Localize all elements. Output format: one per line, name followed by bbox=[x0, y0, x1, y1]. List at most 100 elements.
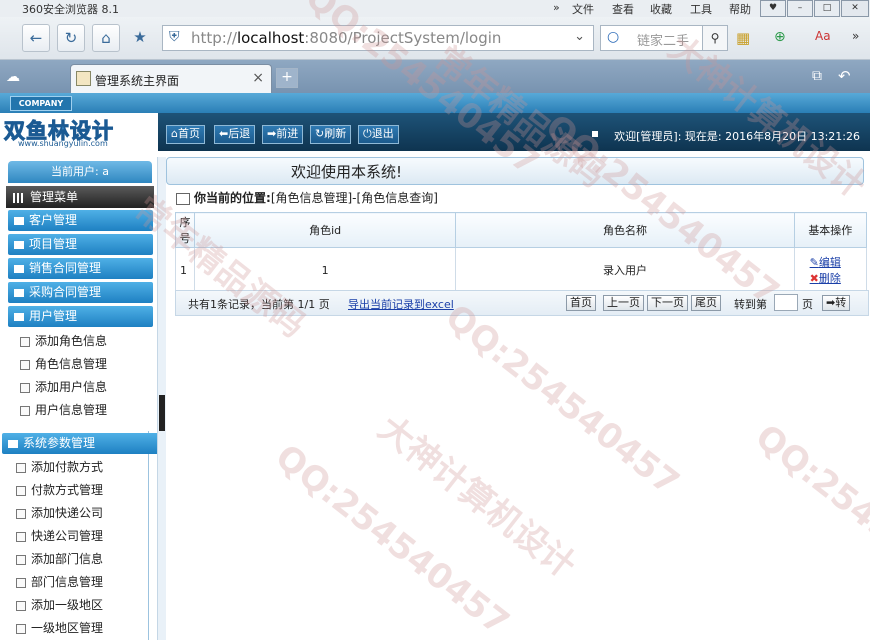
company-badge: COMPANY bbox=[10, 96, 72, 111]
menu-item-add-department[interactable]: 添加部门信息 bbox=[16, 550, 103, 567]
table-header-row: 序号 角色id 角色名称 基本操作 bbox=[175, 212, 868, 248]
sidebar-splitter[interactable] bbox=[157, 157, 166, 640]
last-page-button[interactable]: 尾页 bbox=[691, 295, 721, 311]
breadcrumb-path: [角色信息管理]-[角色信息查询] bbox=[270, 191, 438, 205]
item-label: 用户信息管理 bbox=[35, 403, 108, 417]
menu-item-payment-manage[interactable]: 付款方式管理 bbox=[16, 481, 103, 498]
security-icon[interactable]: ⊕ bbox=[774, 29, 786, 45]
welcome-text: 欢迎[管理员]: 现在是: 2016年8月20日 13:21:26 bbox=[614, 130, 860, 143]
table-row: 1 1 录入用户 ✎编辑 ✖删除 bbox=[175, 247, 868, 293]
more-tools-icon[interactable]: » bbox=[852, 29, 859, 43]
maximize-button[interactable]: □ bbox=[814, 0, 840, 17]
new-tab-button[interactable]: + bbox=[276, 68, 298, 88]
menu-item-add-region[interactable]: 添加一级地区 bbox=[16, 596, 103, 613]
item-icon bbox=[16, 508, 26, 519]
breadcrumb-label: 你当前的位置: bbox=[194, 191, 271, 205]
group-label: 客户管理 bbox=[29, 213, 78, 227]
skin-button[interactable]: ♥ bbox=[760, 0, 786, 17]
menu-group-customers[interactable]: 客户管理 bbox=[8, 210, 153, 231]
menu-more[interactable]: » bbox=[553, 1, 560, 14]
logout-button[interactable]: ⏻退出 bbox=[358, 125, 399, 144]
delete-icon: ✖ bbox=[809, 272, 819, 285]
window-list-icon[interactable]: ⧉ bbox=[812, 68, 822, 84]
col-role-id: 角色id bbox=[193, 212, 457, 248]
back-label: 后退 bbox=[228, 127, 251, 140]
menu-item-add-payment[interactable]: 添加付款方式 bbox=[16, 458, 103, 475]
menu-group-projects[interactable]: 项目管理 bbox=[8, 234, 153, 255]
cell-operations: ✎编辑 ✖删除 bbox=[793, 247, 868, 293]
main-title-bar: 欢迎使用本系统! bbox=[166, 157, 864, 185]
group-icon bbox=[14, 288, 24, 297]
menu-group-users[interactable]: 用户管理 bbox=[8, 306, 153, 327]
browser-title: 360安全浏览器 8.1 bbox=[22, 3, 119, 16]
address-bar[interactable]: ⛨ http://localhost:8080/ProjectSystem/lo… bbox=[162, 25, 594, 51]
prev-page-button[interactable]: 上一页 bbox=[603, 295, 644, 311]
search-engine-icon[interactable]: ○ bbox=[607, 29, 619, 45]
item-icon bbox=[16, 577, 26, 588]
item-label: 添加部门信息 bbox=[31, 552, 104, 566]
shield-icon: ⛨ bbox=[169, 29, 180, 45]
browser-navbar: ← ↻ ⌂ ★ ⛨ http://localhost:8080/ProjectS… bbox=[0, 17, 870, 60]
tab-main[interactable]: 管理系统主界面 × bbox=[70, 64, 272, 94]
watermark-qq: QQ:254540457 bbox=[267, 436, 517, 643]
menu-tools[interactable]: 工具 bbox=[690, 1, 712, 17]
forward-button[interactable]: ➡前进 bbox=[262, 125, 304, 144]
edit-link[interactable]: ✎编辑 bbox=[796, 254, 865, 270]
cell-no: 1 bbox=[175, 247, 195, 293]
refresh-btn-icon: ↻ bbox=[315, 127, 325, 140]
refresh-button[interactable]: ↻刷新 bbox=[310, 125, 352, 144]
go-button[interactable]: ➡转 bbox=[822, 295, 851, 311]
apps-icon[interactable]: ▦ bbox=[736, 29, 750, 47]
item-label: 一级地区管理 bbox=[31, 621, 104, 635]
close-tab-icon[interactable]: × bbox=[252, 70, 264, 86]
next-page-button[interactable]: 下一页 bbox=[647, 295, 688, 311]
item-icon bbox=[20, 359, 30, 370]
breadcrumb: 你当前的位置:[角色信息管理]-[角色信息查询] bbox=[172, 188, 864, 208]
home-button[interactable]: ⌂首页 bbox=[166, 125, 205, 144]
back-button[interactable]: ⬅后退 bbox=[214, 125, 256, 144]
address-dropdown-icon[interactable]: ⌄ bbox=[574, 29, 585, 44]
menu-item-add-user[interactable]: 添加用户信息 bbox=[20, 378, 107, 395]
item-icon bbox=[16, 462, 26, 473]
refresh-icon[interactable]: ↻ bbox=[57, 24, 85, 52]
page-favicon-icon bbox=[76, 71, 91, 86]
logo: 双鱼林设计 www.shuangyulin.com bbox=[0, 113, 158, 151]
search-input[interactable]: 链家二手 bbox=[637, 30, 689, 49]
menu-help[interactable]: 帮助 bbox=[729, 1, 751, 17]
menu-group-purchase-contracts[interactable]: 采购合同管理 bbox=[8, 282, 153, 303]
translate-icon[interactable]: Aa bbox=[815, 29, 831, 43]
menu-item-add-role[interactable]: 添加角色信息 bbox=[20, 332, 107, 349]
sidebar: 当前用户: a 管理菜单 客户管理 项目管理 销售合同管理 采购合同管理 用户管… bbox=[0, 157, 160, 640]
home-btn-icon: ⌂ bbox=[171, 127, 178, 140]
menu-header: 管理菜单 bbox=[6, 186, 154, 208]
delete-link[interactable]: ✖删除 bbox=[796, 270, 865, 286]
col-role-name: 角色名称 bbox=[455, 212, 795, 248]
menu-item-user-manage[interactable]: 用户信息管理 bbox=[20, 401, 107, 418]
item-icon bbox=[20, 382, 30, 393]
menu-item-add-courier[interactable]: 添加快递公司 bbox=[16, 504, 103, 521]
cloud-icon[interactable]: ☁ bbox=[6, 69, 20, 85]
undo-close-icon[interactable]: ↶ bbox=[838, 67, 851, 85]
first-page-button[interactable]: 首页 bbox=[566, 295, 596, 311]
favorite-star-icon[interactable]: ★ bbox=[127, 24, 153, 50]
item-label: 添加快递公司 bbox=[31, 506, 104, 520]
menu-item-courier-manage[interactable]: 快递公司管理 bbox=[16, 527, 103, 544]
menu-item-role-manage[interactable]: 角色信息管理 bbox=[20, 355, 107, 372]
menu-favorites[interactable]: 收藏 bbox=[650, 1, 672, 17]
menu-group-sales-contracts[interactable]: 销售合同管理 bbox=[8, 258, 153, 279]
menu-item-region-manage[interactable]: 一级地区管理 bbox=[16, 619, 103, 636]
back-icon[interactable]: ← bbox=[22, 24, 50, 52]
menu-view[interactable]: 查看 bbox=[612, 1, 634, 17]
menu-item-department-manage[interactable]: 部门信息管理 bbox=[16, 573, 103, 590]
search-box[interactable]: ○ 链家二手 ⚲ bbox=[600, 25, 728, 51]
home-icon[interactable]: ⌂ bbox=[92, 24, 120, 52]
close-window-button[interactable]: ✕ bbox=[841, 0, 869, 17]
collapse-handle-icon[interactable] bbox=[159, 395, 165, 431]
menu-group-system-params[interactable]: 系统参数管理 bbox=[2, 433, 160, 454]
menu-file[interactable]: 文件 bbox=[572, 1, 594, 17]
export-excel-link[interactable]: 导出当前记录到excel bbox=[348, 296, 454, 312]
goto-page-input[interactable] bbox=[774, 294, 798, 311]
minimize-button[interactable]: – bbox=[787, 0, 813, 17]
item-icon bbox=[16, 623, 26, 634]
search-icon[interactable]: ⚲ bbox=[702, 25, 728, 51]
